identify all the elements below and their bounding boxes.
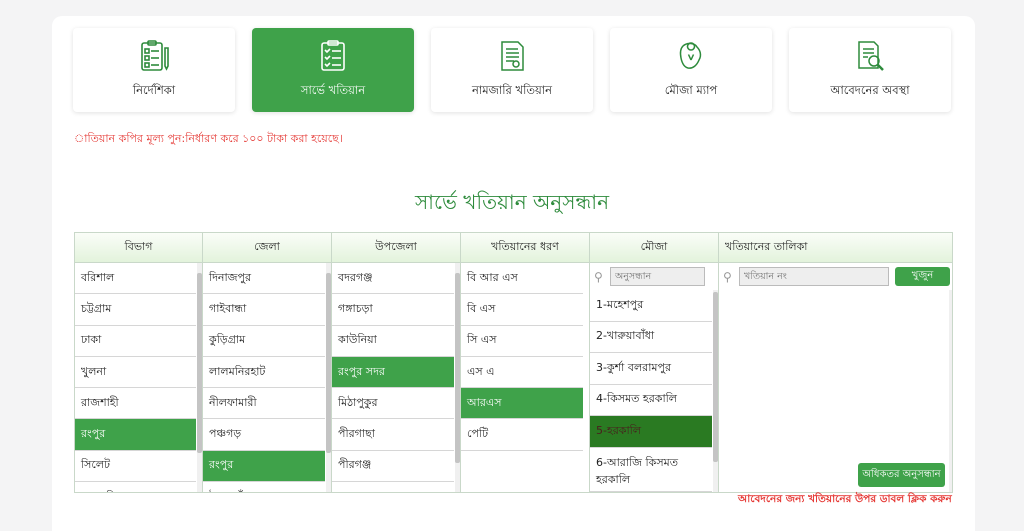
list-item[interactable]: ঠাকুরগাঁও: [203, 482, 325, 492]
khatian-list-column: খতিয়ানের তালিকা ⚲ খুজুন অধিকতর অনুসন্ধা…: [719, 233, 952, 492]
list-item-selected[interactable]: 5-হরকালি: [590, 416, 712, 448]
list-item[interactable]: নীলফামারী: [203, 388, 325, 420]
list-item[interactable]: পীরগাছা: [332, 419, 454, 451]
list-item[interactable]: 1-মহেশপুর: [590, 290, 712, 322]
list-item[interactable]: রাজশাহী: [75, 388, 196, 420]
column-header: মৌজা: [590, 233, 718, 263]
scrollbar[interactable]: [713, 290, 718, 492]
list-item-selected[interactable]: রংপুর: [75, 419, 196, 451]
search-grid: বিভাগ বরিশাল চট্টগ্রাম ঢাকা খুলনা রাজশাহ…: [74, 232, 953, 493]
khatian-type-column: খতিয়ানের ধরণ বি আর এস বি এস সি এস এস এ …: [461, 233, 590, 492]
list-item[interactable]: 2-খারুয়াবাঁধা: [590, 322, 712, 353]
column-header: উপজেলা: [332, 233, 460, 263]
scrollbar[interactable]: [197, 263, 202, 492]
tile-label: নামজারি খতিয়ান: [472, 83, 552, 97]
list-item[interactable]: পঞ্চগড়: [203, 419, 325, 451]
document-search-icon: [851, 37, 889, 75]
khatian-search: ⚲ খুজুন: [719, 263, 952, 290]
tile-label: আবেদনের অবস্থা: [830, 83, 910, 97]
list-item[interactable]: চট্টগ্রাম: [75, 294, 196, 326]
tile-label: সার্ভে খতিয়ান: [300, 83, 366, 97]
scrollbar[interactable]: [455, 263, 460, 492]
district-column: জেলা দিনাজপুর গাইবান্ধা কুড়িগ্রাম লালমন…: [203, 233, 332, 492]
column-header: জেলা: [203, 233, 331, 263]
scrollbar[interactable]: [949, 290, 952, 492]
list-item[interactable]: গাইবান্ধা: [203, 294, 325, 326]
scrollbar[interactable]: [326, 263, 331, 492]
list-item[interactable]: বদরগঞ্জ: [332, 263, 454, 295]
tile-label: মৌজা ম্যাপ: [664, 83, 718, 97]
price-notice: াতিয়ান কপির মূল্য পুন:নির্ধারণ করে ১০০ …: [74, 132, 343, 145]
division-column: বিভাগ বরিশাল চট্টগ্রাম ঢাকা খুলনা রাজশাহ…: [75, 233, 203, 492]
list-item[interactable]: সিলেট: [75, 451, 196, 483]
search-icon: ⚲: [594, 269, 603, 284]
mouza-search: ⚲: [590, 263, 718, 290]
clipboard-checklist-icon: [135, 37, 173, 75]
tile-application-status[interactable]: আবেদনের অবস্থা: [789, 28, 951, 112]
column-header: বিভাগ: [75, 233, 202, 263]
list-item-selected[interactable]: আরএস: [461, 388, 583, 420]
list-item[interactable]: সি এস: [461, 326, 583, 357]
tile-mouza-map[interactable]: মৌজা ম্যাপ: [610, 28, 772, 112]
double-click-hint: আবেদনের জন্য খতিয়ানের উপর ডাবল ক্লিক কর…: [738, 493, 952, 505]
list-item[interactable]: বি আর এস: [461, 263, 583, 295]
list-item-selected[interactable]: রংপুর সদর: [332, 356, 454, 389]
column-header: খতিয়ানের ধরণ: [461, 233, 589, 263]
list-item[interactable]: ঢাকা: [75, 326, 196, 357]
list-item[interactable]: 4-কিসমত হরকালি: [590, 385, 712, 416]
list-item[interactable]: 3-কুর্শা বলরামপুর: [590, 353, 712, 385]
khatian-number-input[interactable]: [739, 267, 889, 286]
list-item[interactable]: কাউনিয়া: [332, 326, 454, 357]
list-item[interactable]: লালমনিরহাট: [203, 357, 325, 389]
advanced-search-button[interactable]: অধিকতর অনুসন্ধান: [858, 463, 945, 487]
search-icon: ⚲: [723, 269, 732, 284]
document-certificate-icon: [493, 37, 531, 75]
column-header: খতিয়ানের তালিকা: [719, 233, 952, 263]
tile-mutation-khatian[interactable]: নামজারি খতিয়ান: [431, 28, 593, 112]
list-item[interactable]: দিনাজপুর: [203, 263, 325, 295]
mouza-column: মৌজা ⚲ 1-মহেশপুর 2-খারুয়াবাঁধা 3-কুর্শা…: [590, 233, 719, 492]
list-item[interactable]: বরিশাল: [75, 263, 196, 295]
list-item[interactable]: পীরগঞ্জ: [332, 451, 454, 483]
tile-guideline[interactable]: নির্দেশিকা: [73, 28, 235, 112]
list-item[interactable]: খুলনা: [75, 357, 196, 389]
list-item[interactable]: 6-আরাজি কিসমত হরকালি: [590, 448, 712, 492]
list-item[interactable]: ময়মনসিংহ: [75, 482, 196, 492]
list-item[interactable]: মিঠাপুকুর: [332, 388, 454, 420]
tile-survey-khatian[interactable]: সার্ভে খতিয়ান: [252, 28, 414, 112]
tile-label: নির্দেশিকা: [132, 83, 176, 97]
upazila-column: উপজেলা বদরগঞ্জ গঙ্গাচড়া কাউনিয়া রংপুর …: [332, 233, 461, 492]
search-button[interactable]: খুজুন: [895, 267, 950, 286]
list-item[interactable]: বি এস: [461, 294, 583, 326]
list-item-selected[interactable]: রংপুর: [203, 450, 325, 483]
clipboard-survey-icon: [314, 37, 352, 75]
map-pin-icon: [672, 37, 710, 75]
list-item[interactable]: গঙ্গাচড়া: [332, 294, 454, 326]
list-item[interactable]: পেটি: [461, 419, 583, 451]
list-item[interactable]: এস এ: [461, 357, 583, 389]
mouza-search-input[interactable]: [610, 267, 705, 286]
list-item[interactable]: কুড়িগ্রাম: [203, 326, 325, 357]
page-title: সার্ভে খতিয়ান অনুসন্ধান: [414, 190, 610, 214]
